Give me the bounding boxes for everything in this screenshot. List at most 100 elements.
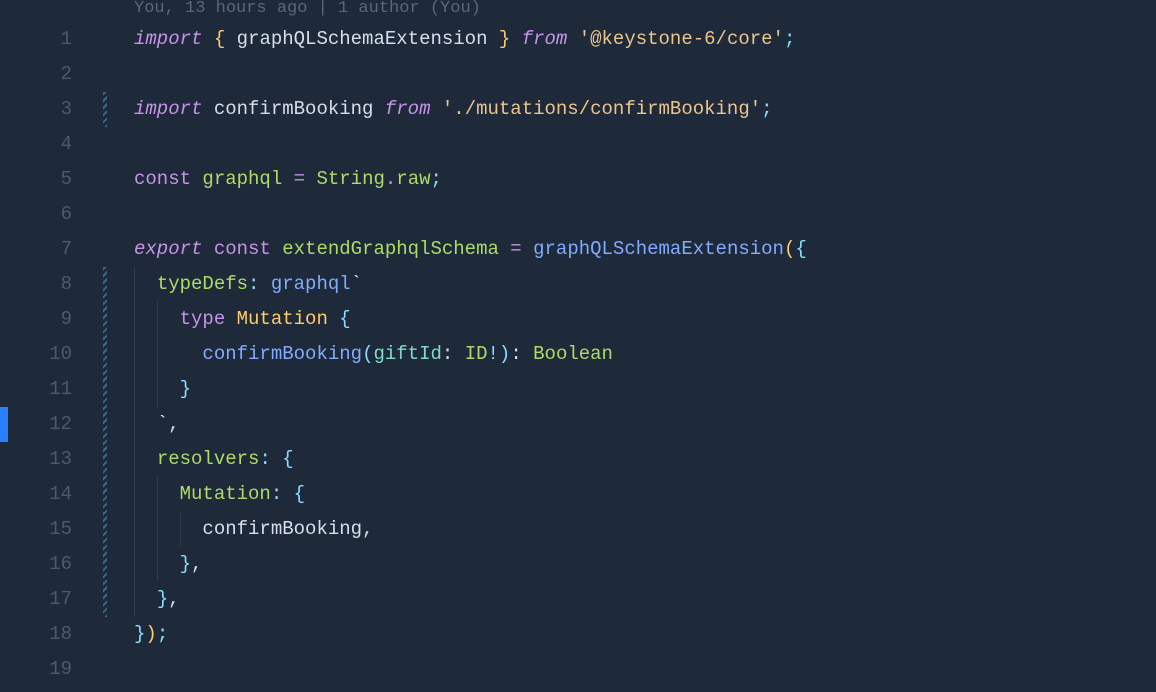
code-line[interactable] bbox=[100, 127, 1156, 162]
code-line[interactable]: }); bbox=[100, 617, 1156, 652]
code-line[interactable]: confirmBooking, bbox=[100, 512, 1156, 547]
identifier: String bbox=[316, 168, 384, 190]
code-line[interactable]: export const extendGraphqlSchema = graph… bbox=[100, 232, 1156, 267]
code-line[interactable]: } bbox=[100, 372, 1156, 407]
backtick: ` bbox=[157, 413, 168, 435]
code-editor[interactable]: 1 2 3 4 5 6 7 8 9 10 11 12 13 14 15 16 1… bbox=[0, 0, 1156, 692]
comma: , bbox=[362, 518, 373, 540]
keyword-from: from bbox=[385, 98, 431, 120]
code-line[interactable]: type Mutation { bbox=[100, 302, 1156, 337]
indent-guide bbox=[134, 372, 135, 407]
property: resolvers bbox=[157, 448, 260, 470]
indent-guide bbox=[157, 547, 158, 582]
paren-close: ) bbox=[145, 623, 156, 645]
code-line[interactable]: }, bbox=[100, 547, 1156, 582]
git-modified-indicator bbox=[103, 442, 107, 477]
property: typeDefs bbox=[157, 273, 248, 295]
line-number: 10 bbox=[0, 337, 72, 372]
property: Mutation bbox=[180, 483, 271, 505]
code-line[interactable]: import { graphQLSchemaExtension } from '… bbox=[100, 22, 1156, 57]
git-modified-indicator bbox=[103, 372, 107, 407]
indent-guide bbox=[180, 512, 181, 547]
colon: : bbox=[442, 343, 453, 365]
semicolon: ; bbox=[157, 623, 168, 645]
brace-open: { bbox=[795, 238, 806, 260]
identifier: confirmBooking bbox=[214, 98, 374, 120]
line-number: 15 bbox=[0, 512, 72, 547]
string-literal: './mutations/confirmBooking' bbox=[442, 98, 761, 120]
code-line[interactable] bbox=[100, 57, 1156, 92]
indent-guide bbox=[157, 302, 158, 337]
git-modified-indicator bbox=[103, 582, 107, 617]
line-number: 18 bbox=[0, 617, 72, 652]
keyword-type: type bbox=[180, 308, 226, 330]
comma: , bbox=[168, 413, 179, 435]
indent-guide bbox=[157, 337, 158, 372]
git-modified-indicator bbox=[103, 547, 107, 582]
keyword-import: import bbox=[134, 98, 202, 120]
colon: : bbox=[248, 273, 259, 295]
brace-open: { bbox=[339, 308, 350, 330]
git-modified-indicator bbox=[103, 477, 107, 512]
code-line[interactable]: typeDefs: graphql` bbox=[100, 267, 1156, 302]
type-name: Mutation bbox=[237, 308, 328, 330]
git-modified-indicator bbox=[103, 407, 107, 442]
indent-guide bbox=[134, 337, 135, 372]
code-line[interactable]: `, bbox=[100, 407, 1156, 442]
line-number: 5 bbox=[0, 162, 72, 197]
code-line[interactable] bbox=[100, 652, 1156, 687]
brace-open: { bbox=[294, 483, 305, 505]
code-line[interactable]: confirmBooking(giftId: ID!): Boolean bbox=[100, 337, 1156, 372]
indent-guide bbox=[134, 267, 135, 302]
semicolon: ; bbox=[784, 28, 795, 50]
keyword-import: import bbox=[134, 28, 202, 50]
line-gutter: 1 2 3 4 5 6 7 8 9 10 11 12 13 14 15 16 1… bbox=[0, 0, 100, 692]
colon: : bbox=[271, 483, 282, 505]
line-number: 8 bbox=[0, 267, 72, 302]
comma: , bbox=[168, 588, 179, 610]
identifier: graphQLSchemaExtension bbox=[237, 28, 488, 50]
line-number: 16 bbox=[0, 547, 72, 582]
function-call: graphQLSchemaExtension bbox=[533, 238, 784, 260]
code-content[interactable]: You, 13 hours ago | 1 author (You) impor… bbox=[100, 0, 1156, 692]
line-number: 19 bbox=[0, 652, 72, 687]
code-line[interactable]: Mutation: { bbox=[100, 477, 1156, 512]
paren-open: ( bbox=[362, 343, 373, 365]
git-modified-indicator bbox=[103, 512, 107, 547]
bang: ! bbox=[488, 343, 499, 365]
code-line[interactable]: }, bbox=[100, 582, 1156, 617]
keyword-export: export bbox=[134, 238, 202, 260]
paren-open: ( bbox=[784, 238, 795, 260]
identifier: graphql bbox=[202, 168, 282, 190]
indent-guide bbox=[134, 407, 135, 442]
colon: : bbox=[259, 448, 270, 470]
brace-close: } bbox=[180, 553, 191, 575]
line-number: 4 bbox=[0, 127, 72, 162]
argument: giftId bbox=[373, 343, 441, 365]
code-line[interactable]: import confirmBooking from './mutations/… bbox=[100, 92, 1156, 127]
operator-equals: = bbox=[510, 238, 521, 260]
code-line[interactable]: const graphql = String.raw; bbox=[100, 162, 1156, 197]
brace-open: { bbox=[282, 448, 293, 470]
indent-guide bbox=[134, 512, 135, 547]
keyword-const: const bbox=[214, 238, 271, 260]
line-number: 7 bbox=[0, 232, 72, 267]
paren-close: ) bbox=[499, 343, 510, 365]
brace-close: } bbox=[157, 588, 168, 610]
semicolon: ; bbox=[431, 168, 442, 190]
indent-guide bbox=[157, 372, 158, 407]
template-tag: graphql bbox=[271, 273, 351, 295]
line-number: 11 bbox=[0, 372, 72, 407]
dot-operator: . bbox=[385, 168, 396, 190]
keyword-from: from bbox=[522, 28, 568, 50]
code-line[interactable] bbox=[100, 197, 1156, 232]
keyword-const: const bbox=[134, 168, 191, 190]
git-modified-indicator bbox=[103, 92, 107, 127]
brace-close: } bbox=[134, 623, 145, 645]
brace-close: } bbox=[499, 28, 510, 50]
identifier: confirmBooking bbox=[202, 518, 362, 540]
indent-guide bbox=[134, 477, 135, 512]
backtick: ` bbox=[351, 273, 362, 295]
code-line[interactable]: resolvers: { bbox=[100, 442, 1156, 477]
git-modified-indicator bbox=[103, 337, 107, 372]
